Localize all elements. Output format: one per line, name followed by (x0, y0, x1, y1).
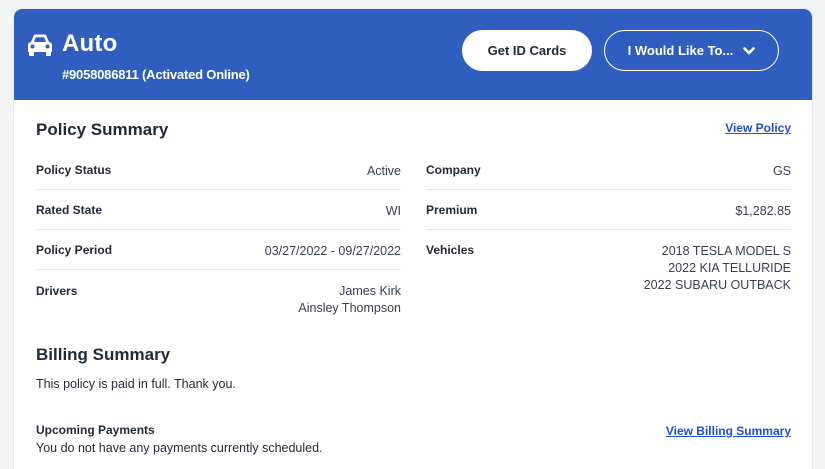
view-policy-link[interactable]: View Policy (725, 121, 791, 135)
vehicles-list: 2018 TESLA MODEL S 2022 KIA TELLURIDE 20… (644, 243, 791, 294)
premium-row: Premium $1,282.85 (426, 190, 791, 230)
vehicle-item: 2018 TESLA MODEL S (661, 244, 791, 258)
policy-header: Auto #9058086811 (Activated Online) Get … (14, 9, 812, 100)
rated-state-label: Rated State (36, 203, 103, 217)
view-billing-summary-link[interactable]: View Billing Summary (666, 424, 791, 438)
policy-summary-title: Policy Summary (36, 120, 169, 139)
upcoming-payments-title: Upcoming Payments (36, 423, 155, 437)
rated-state-value: WI (385, 204, 401, 218)
policy-period-row: Policy Period 03/27/2022 - 09/27/2022 (36, 230, 401, 270)
vehicle-item: 2022 KIA TELLURIDE (668, 261, 791, 275)
policy-status-label: Policy Status (36, 163, 112, 177)
policy-period-label: Policy Period (36, 243, 113, 257)
page-title: Auto (62, 30, 118, 57)
i-would-like-to-label: I Would Like To... (627, 43, 734, 58)
company-value: GS (772, 164, 791, 178)
i-would-like-to-dropdown[interactable]: I Would Like To... (604, 30, 779, 71)
policy-status-value: Active (366, 164, 401, 178)
driver-name: Ainsley Thompson (298, 301, 401, 315)
get-id-cards-button[interactable]: Get ID Cards (462, 30, 592, 71)
vehicles-row: Vehicles 2018 TESLA MODEL S 2022 KIA TEL… (426, 230, 791, 300)
vehicle-item: 2022 SUBARU OUTBACK (643, 278, 791, 292)
policy-status-row: Policy Status Active (36, 150, 401, 190)
upcoming-payments-message: You do not have any payments currently s… (36, 441, 323, 455)
premium-value: $1,282.85 (735, 204, 791, 218)
drivers-label: Drivers (36, 284, 78, 298)
billing-message: This policy is paid in full. Thank you. (36, 377, 236, 391)
car-icon (28, 34, 52, 56)
company-label: Company (426, 163, 481, 177)
drivers-row: Drivers James Kirk Ainsley Thompson (36, 270, 401, 330)
driver-name: James Kirk (339, 284, 401, 298)
drivers-list: James Kirk Ainsley Thompson (298, 283, 401, 317)
policy-period-value: 03/27/2022 - 09/27/2022 (264, 244, 401, 258)
get-id-cards-label: Get ID Cards (487, 43, 567, 58)
vehicles-label: Vehicles (426, 243, 475, 257)
billing-summary-title: Billing Summary (36, 345, 171, 364)
company-row: Company GS (426, 150, 791, 190)
premium-label: Premium (426, 203, 478, 217)
policy-number: #9058086811 (Activated Online) (62, 67, 250, 82)
chevron-down-icon (743, 46, 756, 54)
policy-card: Auto #9058086811 (Activated Online) Get … (14, 9, 812, 469)
rated-state-row: Rated State WI (36, 190, 401, 230)
